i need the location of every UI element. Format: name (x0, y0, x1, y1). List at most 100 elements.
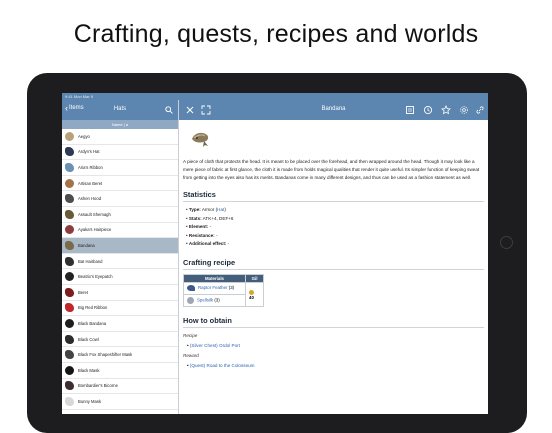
star-icon[interactable] (441, 105, 451, 115)
stat-label: Resistance: (188, 232, 215, 238)
list-item[interactable]: Ayaka's Hairpiece (62, 223, 178, 239)
item-thumbnail-icon (65, 162, 74, 172)
list-item-label: Artisan Beret (78, 180, 103, 186)
obtain-entry: • (Quest) Road to the Colosseum (187, 362, 255, 368)
stat-label: Element: (188, 224, 209, 230)
list-item[interactable]: Aria's Ribbon (62, 160, 178, 176)
stat-tail: ) (224, 207, 226, 213)
material-link[interactable]: Raptor Feather (198, 286, 228, 291)
list-item-label: Black Bandana (78, 320, 107, 326)
stat-line: • Stats: ATK+4, DEF+6 (186, 215, 234, 221)
item-thumbnail-icon (65, 194, 74, 204)
item-thumbnail-icon (65, 209, 74, 219)
list-item[interactable]: Ashen Hood (62, 191, 178, 207)
home-button (500, 236, 513, 249)
item-list: Aegyo Ardyn's Hat Aria's Ribbon Artisan Ber… (62, 129, 178, 410)
material-link[interactable]: Spellsilk (197, 298, 213, 303)
list-item-label: Aria's Ribbon (78, 164, 103, 170)
list-item-label: Bunny Mask (78, 398, 102, 404)
obtain-tag-link[interactable]: (Silver Chest) (190, 343, 218, 348)
contents-icon[interactable] (405, 105, 415, 115)
list-item[interactable]: Ardyn's Hat (62, 145, 178, 161)
list-item-label: Black Mask (78, 367, 100, 373)
gil-amount: 40 (249, 294, 254, 300)
list-item[interactable]: Assault Shemagh (62, 207, 178, 223)
stat-value: - (208, 224, 212, 230)
obtain-heading: How to obtain (183, 316, 484, 328)
sort-bar[interactable]: Name | a (62, 120, 178, 129)
list-item-label: Beret (78, 289, 89, 295)
link-icon[interactable] (475, 105, 485, 115)
settings-icon[interactable] (459, 105, 469, 115)
item-thumbnail-icon (65, 350, 74, 360)
list-item-label: Big Red Ribbon (78, 305, 108, 311)
item-thumbnail-icon (65, 240, 74, 250)
list-item-label: Ayaka's Hairpiece (78, 227, 112, 233)
list-item[interactable]: Black Mask (62, 363, 178, 379)
stat-label: Stats: (188, 215, 202, 221)
list-item-label: Bandana (78, 242, 95, 248)
history-icon[interactable] (423, 105, 433, 115)
detail-navbar: Bandana (179, 100, 488, 120)
list-item-label: Beatrix's Eyepatch (78, 274, 113, 280)
list-item[interactable]: Beatrix's Eyepatch (62, 269, 178, 285)
bandana-icon (192, 132, 209, 147)
status-bar: 9:41 Mon Mar 9 (62, 93, 488, 100)
app-screen: 9:41 Mon Mar 9 ‹ Items Hats Name | a Aeg… (62, 93, 488, 414)
item-thumbnail-icon (65, 381, 74, 391)
list-item-label: Assault Shemagh (78, 211, 111, 217)
stat-line: • Resistance: - (186, 232, 218, 238)
obtain-category: Recipe (183, 332, 198, 338)
list-item-label: Black Cowl (78, 336, 99, 342)
list-pane: ‹ Items Hats Name | a Aegyo Ardyn's Hat Ar… (62, 100, 179, 414)
list-item[interactable]: Black Cowl (62, 332, 178, 348)
item-thumbnail-icon (65, 272, 74, 282)
obtain-tag-link[interactable]: (Quest) (190, 363, 205, 368)
obtain-place-link[interactable]: Road to the Colosseum (207, 363, 255, 368)
item-thumbnail-icon (65, 147, 74, 157)
raptor-feather-icon (187, 285, 195, 292)
list-item[interactable]: Black Fox Shapeshifter Mask (62, 347, 178, 363)
obtain-entry: • (Silver Chest) Ordol Port (187, 342, 240, 348)
material-cell: Raptor Feather (3) (183, 281, 246, 295)
list-item[interactable]: Bombardier's Bicorne (62, 379, 178, 395)
headline: Crafting, quests, recipes and worlds (73, 20, 479, 48)
spellsilk-icon (187, 296, 194, 304)
stat-label: Additional effect: (188, 241, 227, 247)
list-item[interactable]: Big Red Ribbon (62, 301, 178, 317)
list-item-label: Bombardier's Bicorne (78, 383, 118, 389)
list-item[interactable]: Black Bandana (62, 316, 178, 332)
item-thumbnail-icon (65, 287, 74, 297)
list-item-label: Bat Hairband (78, 258, 103, 264)
list-item[interactable]: Bunny Mask (62, 394, 178, 410)
list-item[interactable]: Beret (62, 285, 178, 301)
material-qty: (3) (228, 285, 235, 291)
search-icon[interactable] (165, 106, 173, 114)
item-thumbnail-icon (65, 334, 74, 344)
list-item[interactable]: Artisan Beret (62, 176, 178, 192)
materials-column-header: Materials (183, 273, 246, 283)
item-description: A piece of cloth that protects the head.… (183, 159, 480, 180)
item-thumbnail-icon (65, 178, 74, 188)
list-item[interactable]: Aegyo (62, 129, 178, 145)
stat-line: • Additional effect: - (186, 241, 230, 247)
list-item[interactable]: Bat Hairband (62, 254, 178, 270)
stat-value: Armor ( (200, 207, 218, 213)
list-item[interactable]: Bandana (62, 238, 178, 254)
list-item-label: Aegyo (78, 133, 90, 139)
list-title: Hats (113, 106, 127, 112)
item-thumbnail-icon (65, 318, 74, 328)
article-content: A piece of cloth that protects the head.… (179, 120, 488, 371)
item-thumbnail-icon (65, 303, 74, 313)
obtain-category: Reward (183, 352, 199, 358)
statistics-list: • Type: Armor (Hat) • Stats: ATK+4, DEF+6… (183, 206, 484, 249)
list-item-label: Ashen Hood (78, 196, 102, 202)
obtain-place-link[interactable]: Ordol Port (219, 343, 240, 348)
item-thumbnail-icon (65, 131, 74, 141)
item-thumbnail-icon (65, 396, 74, 406)
material-qty: (3) (214, 297, 220, 303)
material-cell: Spellsilk (3) (183, 293, 246, 307)
stat-value: ATK+4, DEF+6 (201, 215, 234, 221)
item-thumbnail-icon (65, 256, 74, 266)
detail-pane: Bandana A piece of cloth that protects t… (179, 100, 488, 414)
